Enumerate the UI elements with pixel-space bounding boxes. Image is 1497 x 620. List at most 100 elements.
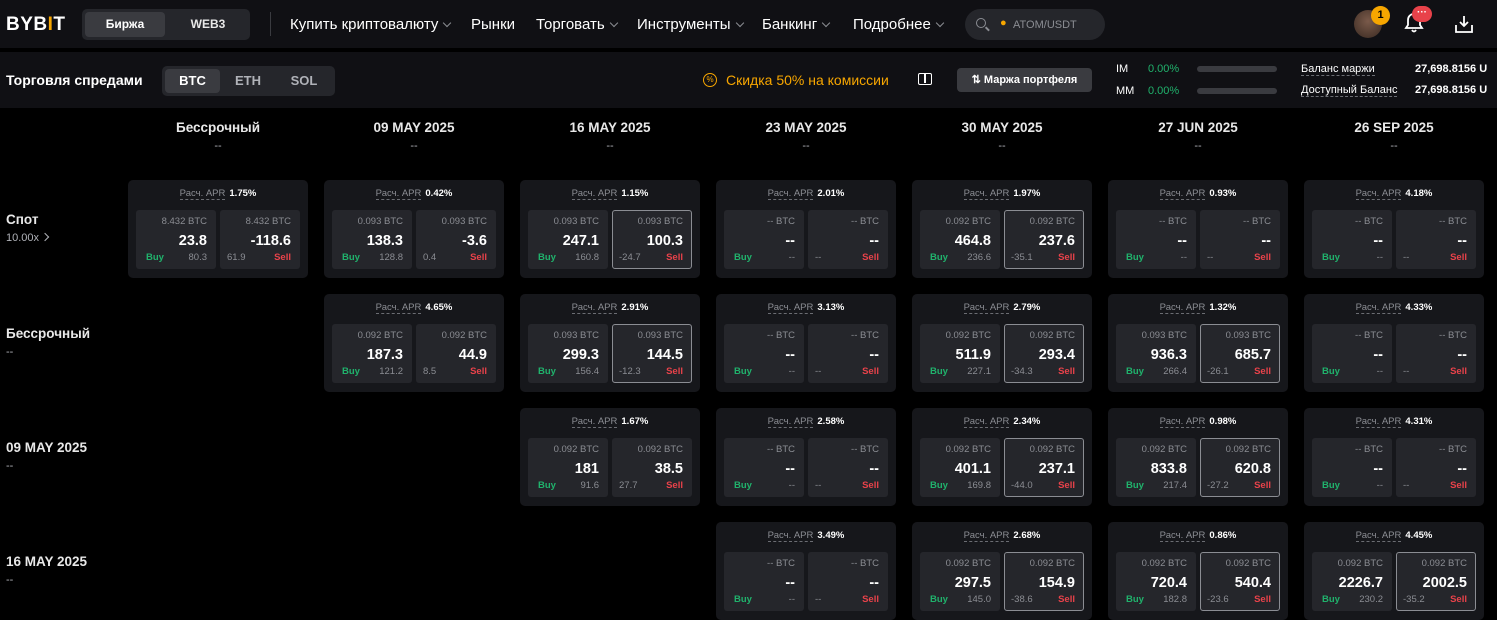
- buy-cell[interactable]: 0.093 BTC 299.3 Buy 156.4: [528, 324, 608, 383]
- apr-row: Расч. APR 4.45%: [1304, 530, 1484, 542]
- sell-cell[interactable]: 0.092 BTC 620.8 -27.2 Sell: [1200, 438, 1280, 497]
- sell-label: Sell: [1058, 252, 1075, 263]
- buy-price: --: [1373, 461, 1383, 477]
- buy-cell[interactable]: -- BTC -- Buy --: [1312, 324, 1392, 383]
- book-icon[interactable]: [918, 73, 932, 85]
- buy-cell[interactable]: 0.092 BTC 720.4 Buy 182.8: [1116, 552, 1196, 611]
- fee-discount-link[interactable]: Скидка 50% на комиссии: [726, 72, 889, 88]
- sell-spread: -35.1: [1011, 252, 1033, 263]
- buy-cell[interactable]: -- BTC -- Buy --: [724, 324, 804, 383]
- im-progress-bar: [1197, 66, 1277, 72]
- nav-buy-crypto[interactable]: Купить криптовалюту: [290, 16, 452, 33]
- row-header: Бессрочный --: [6, 326, 90, 358]
- sell-cell[interactable]: 0.092 BTC 44.9 8.5 Sell: [416, 324, 496, 383]
- sell-cell[interactable]: -- BTC -- -- Sell: [808, 552, 888, 611]
- buy-cell[interactable]: -- BTC -- Buy --: [1116, 210, 1196, 269]
- tab-btc[interactable]: BTC: [165, 69, 220, 93]
- buy-cell[interactable]: 0.093 BTC 936.3 Buy 266.4: [1116, 324, 1196, 383]
- sell-cell[interactable]: 0.092 BTC 154.9 -38.6 Sell: [1004, 552, 1084, 611]
- buy-cell[interactable]: 0.092 BTC 187.3 Buy 121.2: [332, 324, 412, 383]
- buy-spread: --: [788, 594, 795, 605]
- buy-cell[interactable]: 0.092 BTC 181 Buy 91.6: [528, 438, 608, 497]
- spread-card: Расч. APR 0.42% 0.093 BTC 138.3 Buy 128.8 0.09…: [324, 180, 504, 278]
- buy-cell[interactable]: 0.092 BTC 511.9 Buy 227.1: [920, 324, 1000, 383]
- buy-cell[interactable]: 0.092 BTC 297.5 Buy 145.0: [920, 552, 1000, 611]
- buy-cell[interactable]: 0.092 BTC 401.1 Buy 169.8: [920, 438, 1000, 497]
- apr-row: Расч. APR 4.33%: [1304, 302, 1484, 314]
- buy-price: 299.3: [562, 347, 599, 363]
- apr-row: Расч. APR 1.32%: [1108, 302, 1288, 314]
- search-box[interactable]: ●: [965, 9, 1105, 40]
- sell-cell[interactable]: -- BTC -- -- Sell: [808, 210, 888, 269]
- exchange-tab[interactable]: Биржа: [85, 12, 165, 37]
- sell-cell[interactable]: 0.092 BTC 540.4 -23.6 Sell: [1200, 552, 1280, 611]
- sell-label: Sell: [470, 366, 487, 377]
- sell-cell[interactable]: 8.432 BTC -118.6 61.9 Sell: [220, 210, 300, 269]
- nav-label: Подробнее: [853, 16, 931, 33]
- buy-cell[interactable]: -- BTC -- Buy --: [724, 210, 804, 269]
- sell-cell[interactable]: -- BTC -- -- Sell: [1396, 324, 1476, 383]
- buy-price: 138.3: [366, 233, 403, 249]
- sell-cell[interactable]: 0.092 BTC 2002.5 -35.2 Sell: [1396, 552, 1476, 611]
- buy-cell[interactable]: 0.093 BTC 247.1 Buy 160.8: [528, 210, 608, 269]
- spread-card: Расч. APR 2.91% 0.093 BTC 299.3 Buy 156.4 0.09…: [520, 294, 700, 392]
- buy-cell[interactable]: -- BTC -- Buy --: [1312, 438, 1392, 497]
- apr-row: Расч. APR 0.86%: [1108, 530, 1288, 542]
- web3-tab[interactable]: WEB3: [170, 12, 246, 37]
- row-header: Спот 10.00x: [6, 212, 50, 244]
- column-subtitle: --: [410, 140, 418, 152]
- sell-cell[interactable]: 0.092 BTC 293.4 -34.3 Sell: [1004, 324, 1084, 383]
- search-input[interactable]: [1013, 16, 1101, 34]
- leverage-link[interactable]: 10.00x: [6, 232, 50, 244]
- tab-eth[interactable]: ETH: [220, 69, 276, 93]
- buy-cell[interactable]: -- BTC -- Buy --: [724, 438, 804, 497]
- sell-cell[interactable]: -- BTC -- -- Sell: [1396, 210, 1476, 269]
- buy-label: Buy: [1322, 252, 1340, 263]
- sell-price: --: [1457, 461, 1467, 477]
- buy-cell[interactable]: 0.092 BTC 2226.7 Buy 230.2: [1312, 552, 1392, 611]
- buy-label: Buy: [734, 594, 752, 605]
- buy-cell[interactable]: 0.093 BTC 138.3 Buy 128.8: [332, 210, 412, 269]
- buy-quantity: 0.092 BTC: [945, 558, 991, 569]
- buy-price: --: [1177, 233, 1187, 249]
- column-subtitle: --: [606, 140, 614, 152]
- spread-card: Расч. APR 2.58% -- BTC -- Buy -- -- BTC -- -- Sel…: [716, 408, 896, 506]
- spread-card: Расч. APR 1.67% 0.092 BTC 181 Buy 91.6 0.092 B…: [520, 408, 700, 506]
- sell-cell[interactable]: -- BTC -- -- Sell: [1396, 438, 1476, 497]
- tab-sol[interactable]: SOL: [276, 69, 332, 93]
- bybit-logo[interactable]: BYBIT: [6, 14, 66, 36]
- nav-markets[interactable]: Рынки: [471, 16, 515, 33]
- apr-value: 2.91%: [621, 302, 649, 313]
- apr-row: Расч. APR 2.68%: [912, 530, 1092, 542]
- apr-value: 3.49%: [817, 530, 845, 541]
- buy-label: Buy: [930, 594, 948, 605]
- nav-tools[interactable]: Инструменты: [637, 16, 744, 33]
- buy-cell[interactable]: 8.432 BTC 23.8 Buy 80.3: [136, 210, 216, 269]
- buy-cell[interactable]: 0.092 BTC 464.8 Buy 236.6: [920, 210, 1000, 269]
- buy-cell[interactable]: 0.092 BTC 833.8 Buy 217.4: [1116, 438, 1196, 497]
- sell-cell[interactable]: 0.093 BTC 685.7 -26.1 Sell: [1200, 324, 1280, 383]
- sell-quantity: 0.092 BTC: [1421, 558, 1467, 569]
- buy-quantity: 8.432 BTC: [161, 216, 207, 227]
- nav-banking[interactable]: Банкинг: [762, 16, 831, 33]
- nav-more[interactable]: Подробнее: [853, 16, 945, 33]
- column-header: 27 JUN 2025 --: [1100, 120, 1296, 152]
- sell-cell[interactable]: -- BTC -- -- Sell: [808, 324, 888, 383]
- sell-cell[interactable]: 0.092 BTC 38.5 27.7 Sell: [612, 438, 692, 497]
- buy-label: Buy: [342, 366, 360, 377]
- portfolio-margin-button[interactable]: ⇅ Маржа портфеля: [957, 68, 1092, 92]
- sell-cell[interactable]: 0.093 BTC -3.6 0.4 Sell: [416, 210, 496, 269]
- sell-cell[interactable]: -- BTC -- -- Sell: [1200, 210, 1280, 269]
- sell-cell[interactable]: 0.093 BTC 100.3 -24.7 Sell: [612, 210, 692, 269]
- sell-cell[interactable]: 0.092 BTC 237.1 -44.0 Sell: [1004, 438, 1084, 497]
- sell-cell[interactable]: 0.093 BTC 144.5 -12.3 Sell: [612, 324, 692, 383]
- download-icon[interactable]: [1453, 13, 1475, 35]
- sell-cell[interactable]: -- BTC -- -- Sell: [808, 438, 888, 497]
- spread-card: Расч. APR 4.65% 0.092 BTC 187.3 Buy 121.2 0.09…: [324, 294, 504, 392]
- sell-quantity: -- BTC: [851, 558, 879, 569]
- buy-cell[interactable]: -- BTC -- Buy --: [724, 552, 804, 611]
- buy-cell[interactable]: -- BTC -- Buy --: [1312, 210, 1392, 269]
- nav-trade[interactable]: Торговать: [536, 16, 618, 33]
- column-header: 16 MAY 2025 --: [512, 120, 708, 152]
- sell-cell[interactable]: 0.092 BTC 237.6 -35.1 Sell: [1004, 210, 1084, 269]
